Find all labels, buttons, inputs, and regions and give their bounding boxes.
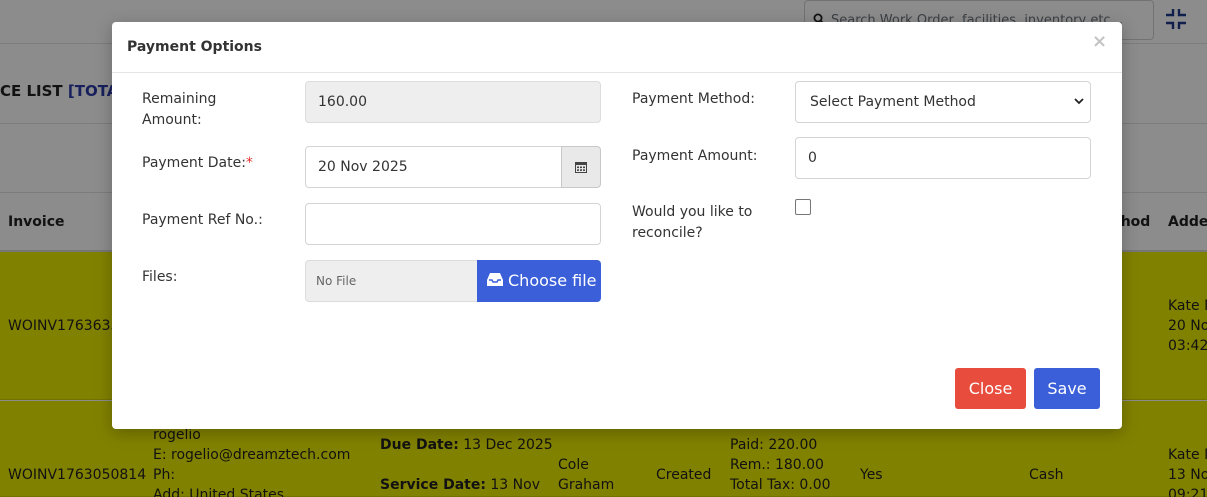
payment-method-label: Payment Method:: [632, 91, 755, 107]
required-marker: *: [245, 155, 253, 171]
payment-ref-label: Payment Ref No.:: [142, 212, 263, 228]
payment-date-label-text: Payment Date:: [142, 155, 246, 171]
choose-file-label: Choose file: [508, 271, 597, 290]
payment-method-select[interactable]: Select Payment Method: [795, 81, 1091, 123]
choose-file-button[interactable]: Choose file: [477, 260, 601, 302]
modal-header: Payment Options ×: [112, 22, 1122, 73]
payment-date-label: Payment Date:*: [142, 153, 253, 174]
payment-amount-input[interactable]: 0: [795, 137, 1091, 179]
payment-ref-input[interactable]: [305, 203, 601, 245]
save-button[interactable]: Save: [1034, 368, 1100, 409]
close-icon[interactable]: ×: [1092, 31, 1107, 52]
reconcile-checkbox[interactable]: [795, 199, 811, 215]
date-picker-button[interactable]: [561, 146, 601, 188]
file-name-display: No File: [305, 260, 478, 302]
reconcile-label: Would you like to reconcile?: [632, 204, 753, 241]
payment-options-modal: Payment Options × Remaining Amount: 160.…: [112, 22, 1122, 429]
payment-amount-label: Payment Amount:: [632, 148, 758, 164]
files-label: Files:: [142, 269, 178, 285]
close-button[interactable]: Close: [955, 368, 1026, 409]
payment-date-input[interactable]: 20 Nov 2025: [305, 146, 562, 188]
inbox-icon: [487, 273, 503, 286]
remaining-amount-label: Remaining Amount:: [142, 91, 217, 128]
remaining-amount-field: 160.00: [305, 81, 601, 123]
chevron-down-icon: [1074, 98, 1084, 105]
modal-title: Payment Options: [127, 39, 262, 55]
payment-method-selected: Select Payment Method: [810, 94, 976, 110]
calendar-icon: [575, 162, 587, 173]
